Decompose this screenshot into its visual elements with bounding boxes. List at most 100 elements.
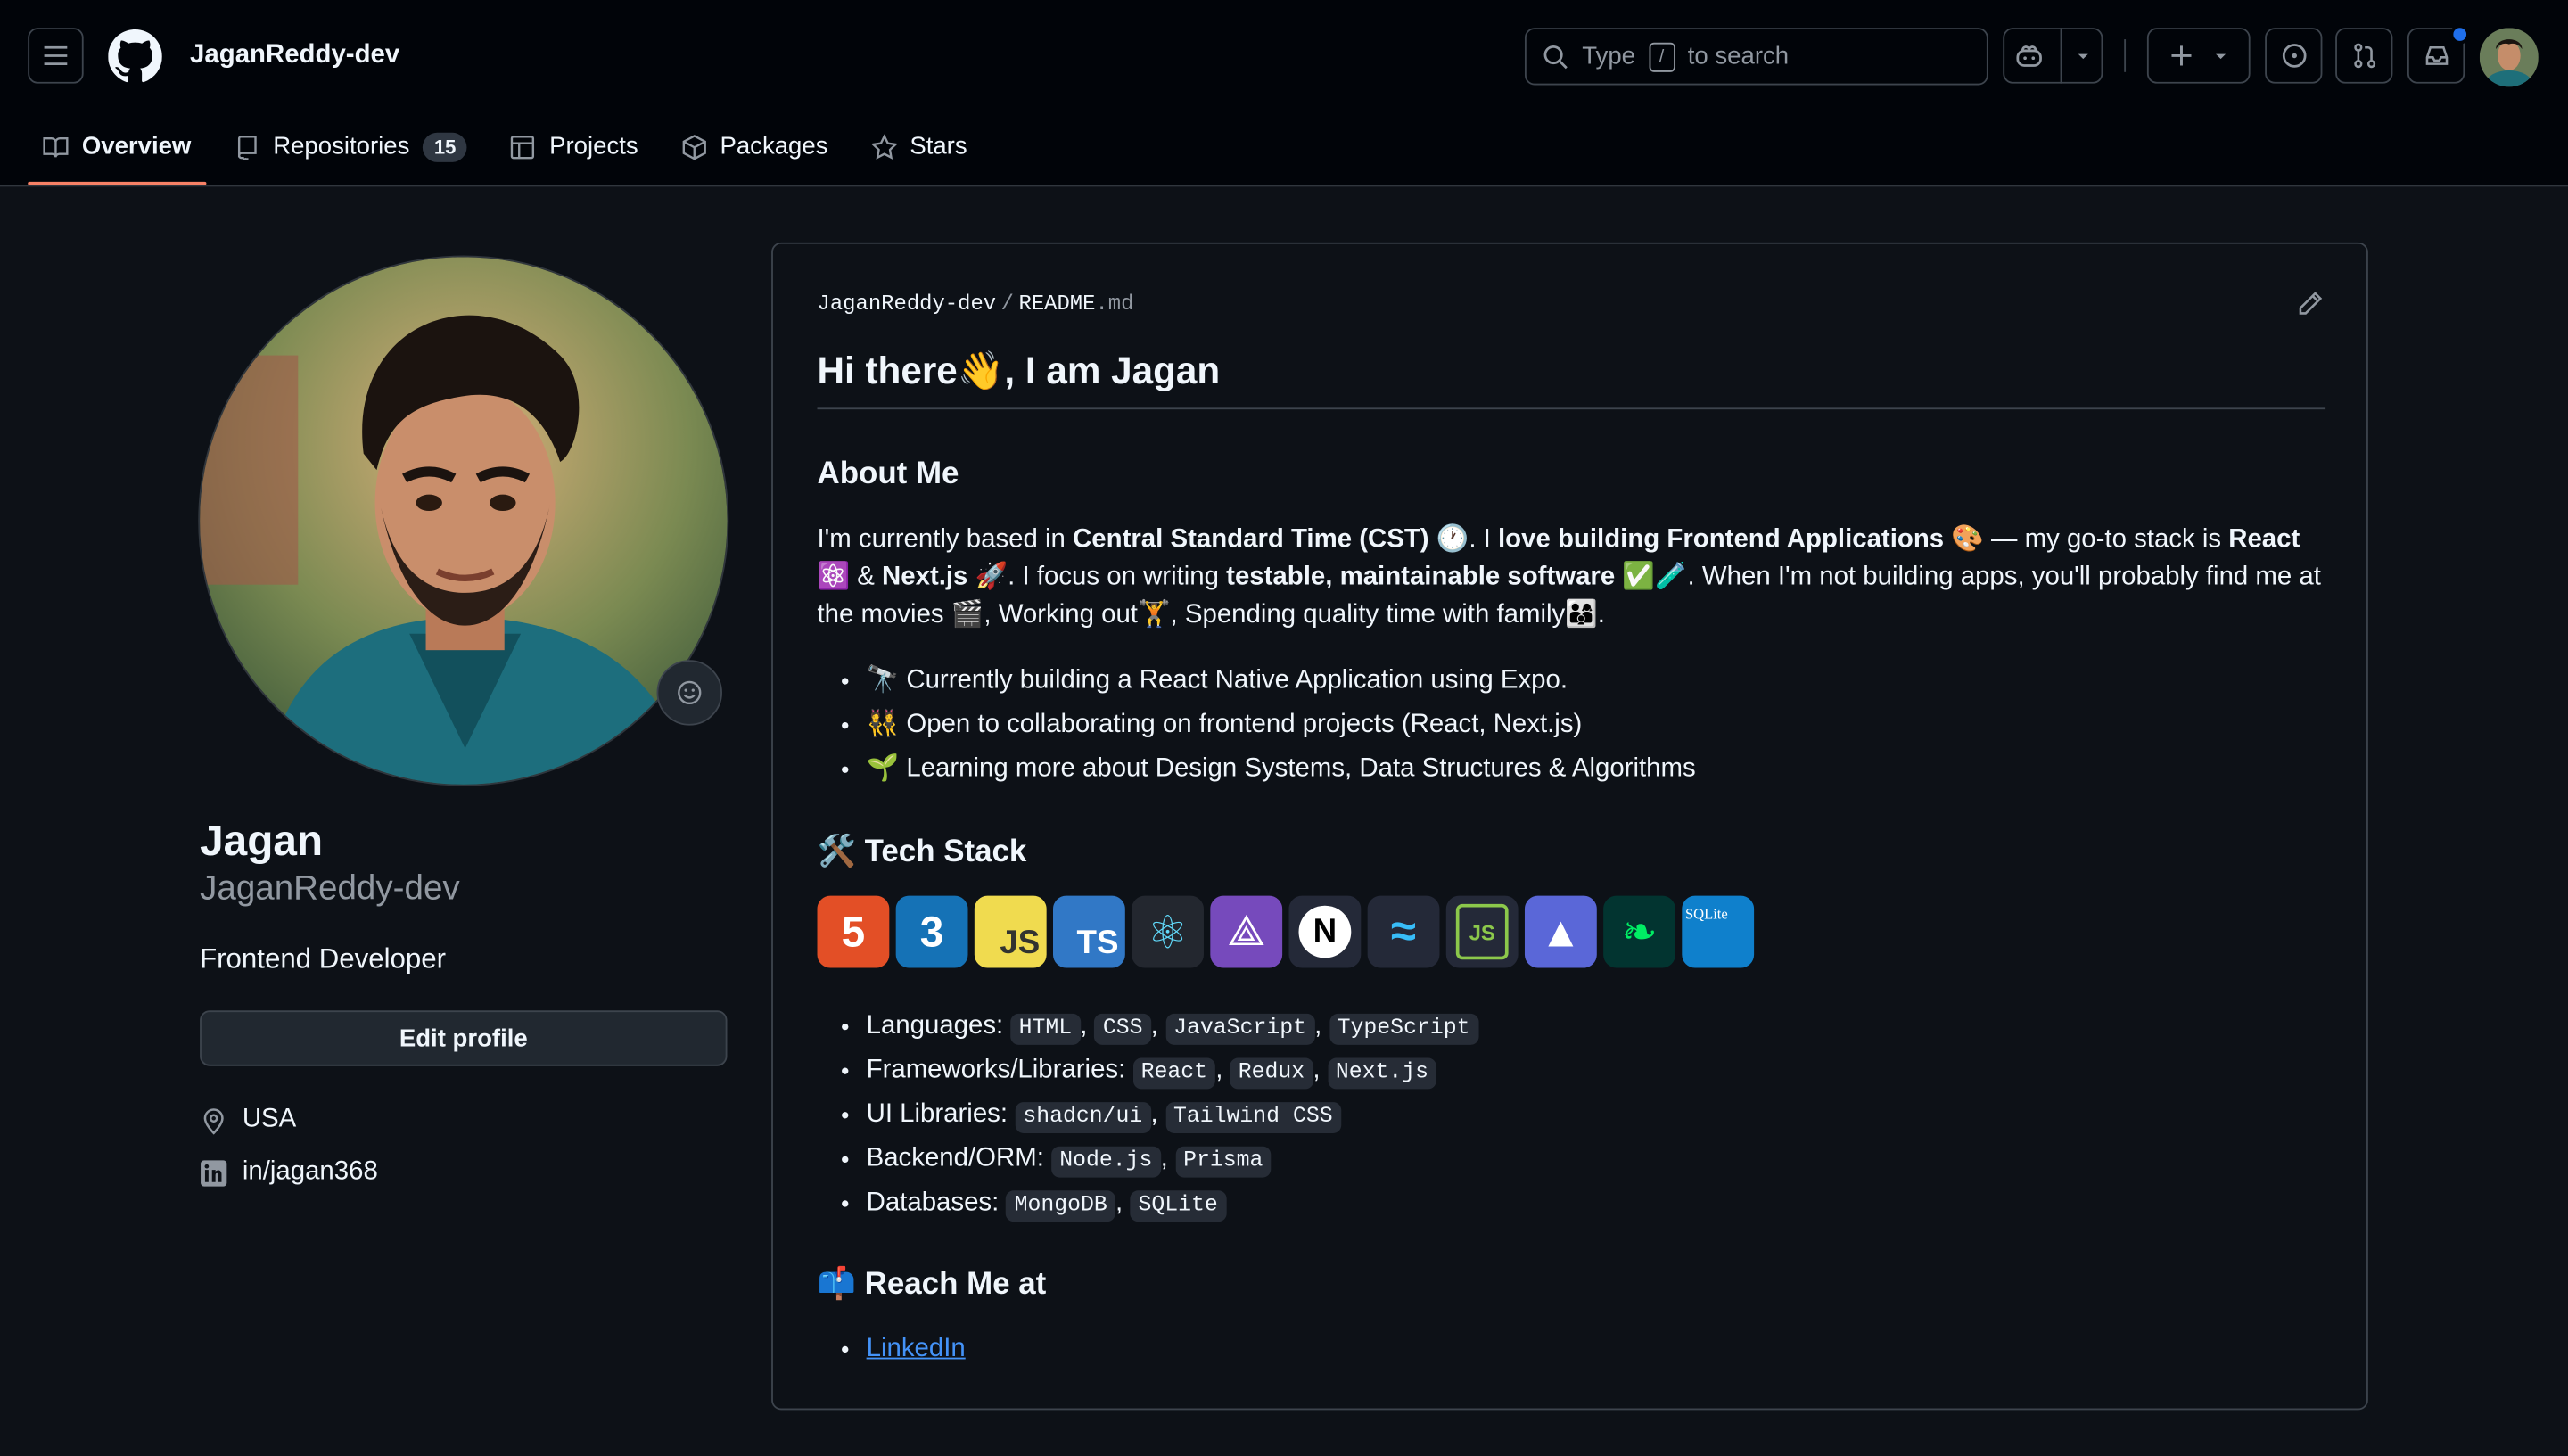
reach-heading: 📫 Reach Me at	[817, 1267, 1047, 1303]
about-bold-4: Next.js	[882, 563, 968, 592]
pull-requests-button[interactable]	[2335, 28, 2393, 84]
about-heading: About Me	[817, 457, 959, 492]
repo-icon	[237, 135, 257, 160]
stack-label: Languages:	[866, 1012, 1004, 1041]
about-paragraph: I'm currently based in Central Standard …	[818, 521, 2333, 634]
list-item: Frameworks/Libraries: React, Redux, Next…	[867, 1048, 1478, 1092]
readme-path-owner[interactable]: JaganReddy-dev	[818, 292, 997, 317]
package-icon	[681, 134, 706, 160]
stack-item: shadcn/ui	[1015, 1102, 1151, 1133]
readme-title: Hi there👋, I am Jagan	[817, 349, 1221, 391]
nextjs-icon: N	[1288, 895, 1362, 968]
profile-linkedin[interactable]: in/jagan368	[200, 1158, 378, 1188]
stack-item: Tailwind CSS	[1165, 1102, 1341, 1133]
search-icon	[1543, 45, 1568, 69]
stack-label: Databases:	[866, 1189, 1000, 1217]
readme-path-file[interactable]: README	[1018, 292, 1095, 317]
linkedin-text[interactable]: in/jagan368	[243, 1158, 378, 1188]
readme-path: JaganReddy-dev / README.md	[818, 292, 1134, 317]
tab-packages-label: Packages	[720, 132, 828, 160]
table-icon	[511, 135, 535, 159]
list-item: 🌱 Learning more about Design Systems, Da…	[867, 747, 1696, 792]
redux-icon: ⟁	[1210, 895, 1283, 968]
profile-login: JaganReddy-dev	[200, 869, 460, 908]
javascript-icon: JS	[974, 895, 1047, 968]
chevron-down-icon	[2215, 53, 2226, 60]
stack-label: Backend/ORM:	[866, 1144, 1044, 1173]
notification-indicator	[2449, 24, 2470, 45]
copilot-icon	[2016, 45, 2042, 67]
set-status-button[interactable]	[656, 660, 722, 726]
divider	[2124, 39, 2127, 72]
chevron-down-icon	[2078, 53, 2088, 60]
list-item: 🔭 Currently building a React Native Appl…	[867, 658, 1696, 703]
tab-repositories[interactable]: Repositories 15	[219, 108, 482, 185]
location-text: USA	[242, 1105, 297, 1133]
css3-icon: 3	[895, 895, 968, 968]
stack-item: React	[1132, 1057, 1216, 1090]
top-navbar: JaganReddy-dev Type / to search Overview…	[0, 0, 2568, 187]
search-input[interactable]: Type / to search	[1524, 28, 1988, 86]
tab-stars[interactable]: Stars	[856, 108, 982, 185]
profile-bio: Frontend Developer	[200, 942, 447, 975]
stack-list: Languages: HTML, CSS, JavaScript, TypeSc…	[818, 1004, 1478, 1225]
git-pull-request-icon	[2353, 43, 2375, 69]
issues-button[interactable]	[2265, 28, 2323, 84]
smiley-icon	[678, 680, 702, 705]
nodejs-icon: JS	[1445, 895, 1519, 968]
readme-card: JaganReddy-dev / README.md Hi there👋, I am…	[771, 242, 2368, 1411]
stack-item: SQLite	[1130, 1190, 1226, 1222]
list-item: Databases: MongoDB, SQLite	[867, 1180, 1478, 1225]
profile-avatar-image	[200, 257, 728, 785]
stack-item: Prisma	[1174, 1146, 1272, 1178]
about-text-3: 🎨 — my go-to stack is	[1944, 525, 2229, 554]
typescript-icon: TS	[1052, 895, 1125, 968]
context-username[interactable]: JaganReddy-dev	[190, 41, 399, 70]
stack-label: UI Libraries:	[866, 1100, 1008, 1129]
tab-packages[interactable]: Packages	[666, 108, 843, 185]
readme-path-separator: /	[1000, 291, 1014, 317]
stack-label: Frameworks/Libraries:	[866, 1056, 1126, 1084]
profile-name: Jagan	[200, 815, 324, 865]
copilot-button[interactable]	[2003, 28, 2103, 84]
search-suffix: to search	[1687, 42, 1790, 70]
list-item: Backend/ORM: Node.js, Prisma	[867, 1137, 1478, 1181]
linkedin-link[interactable]: LinkedIn	[867, 1335, 966, 1362]
edit-profile-button[interactable]: Edit profile	[200, 1010, 728, 1066]
stack-item: JavaScript	[1165, 1013, 1315, 1045]
user-avatar-menu[interactable]	[2479, 28, 2539, 87]
reach-list: LinkedIn	[818, 1327, 966, 1371]
tab-projects[interactable]: Projects	[496, 108, 654, 185]
tech-badges: 5 3 JS TS ⚛ ⟁ N ≈ JS ▲ ❧ SQLite	[817, 895, 1755, 968]
create-new-button[interactable]	[2146, 28, 2251, 84]
profile-avatar[interactable]	[198, 255, 729, 786]
list-item: LinkedIn	[867, 1327, 966, 1371]
tab-overview[interactable]: Overview	[28, 108, 206, 185]
github-logo-icon[interactable]	[108, 29, 162, 84]
about-bold-1: Central Standard Time (CST)	[1073, 525, 1429, 554]
stack-item: TypeScript	[1329, 1013, 1478, 1045]
about-bullets: 🔭 Currently building a React Native Appl…	[818, 658, 1696, 791]
menu-button[interactable]	[28, 28, 84, 84]
react-icon: ⚛	[1132, 895, 1204, 968]
about-bold-3: React	[2228, 525, 2300, 554]
stack-item: MongoDB	[1006, 1190, 1115, 1222]
search-shortcut-key: /	[1648, 41, 1675, 71]
issue-opened-icon	[2281, 44, 2306, 68]
about-bold-5: testable, maintainable software	[1226, 563, 1616, 592]
stack-item: HTML	[1010, 1013, 1081, 1045]
tab-overview-label: Overview	[81, 132, 192, 160]
repositories-count: 15	[423, 131, 468, 161]
hamburger-icon	[44, 45, 68, 66]
about-bold-2: love building Frontend Applications	[1498, 525, 1945, 554]
list-item: Languages: HTML, CSS, JavaScript, TypeSc…	[867, 1004, 1478, 1049]
about-text-5: 🚀. I focus on writing	[967, 563, 1227, 592]
readme-path-ext: .md	[1095, 291, 1134, 317]
prisma-icon: ▲	[1524, 895, 1597, 968]
stack-item: Node.js	[1051, 1146, 1161, 1178]
pencil-icon[interactable]	[2296, 290, 2324, 317]
nodejs-mark: JS	[1455, 903, 1509, 960]
list-item: UI Libraries: shadcn/ui, Tailwind CSS	[867, 1092, 1478, 1137]
title-divider	[817, 407, 2326, 410]
about-text-4: ⚛️ &	[817, 563, 883, 592]
